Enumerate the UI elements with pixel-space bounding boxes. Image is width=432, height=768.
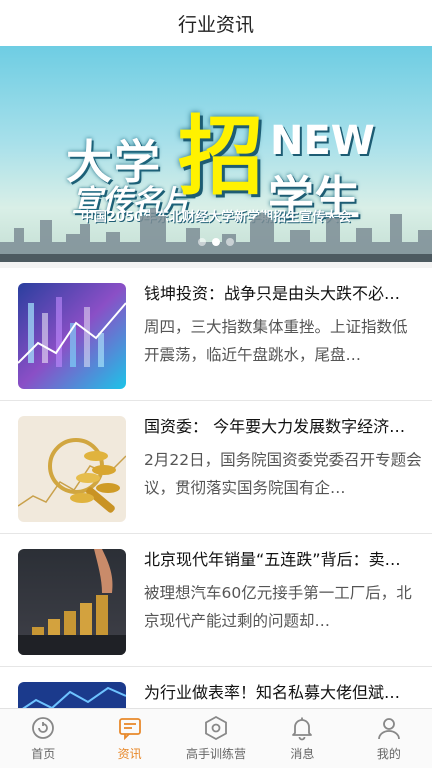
- tab-messages[interactable]: 消息: [259, 709, 345, 768]
- city-skyline-graphic: [0, 208, 432, 262]
- page-title: 行业资讯: [177, 13, 254, 36]
- promo-banner[interactable]: 大学 宣传名片 招 NEW 学生 中国2050年东北财经大学新学期招生宣传大会: [0, 46, 432, 262]
- tab-home[interactable]: 首页: [0, 709, 86, 768]
- news-list: 钱坤投资：战争只是由头大跌不必… 周四，三大指数集体重挫。上证指数低开震荡，临近…: [0, 268, 432, 768]
- tab-news-label: 资讯: [117, 747, 142, 761]
- tab-training[interactable]: 高手训练营: [173, 709, 259, 768]
- top-bar: 行业资讯: [0, 0, 432, 46]
- tab-news[interactable]: 资讯: [86, 709, 172, 768]
- tab-home-label: 首页: [31, 747, 56, 761]
- news-title: 为行业做表率！知名私募大佬但斌…: [144, 683, 401, 702]
- home-icon: [32, 717, 55, 739]
- training-icon: [205, 715, 227, 741]
- stock-chart-image: [18, 283, 126, 389]
- news-title: 北京现代年销量“五连跌”背后：卖…: [144, 550, 401, 569]
- news-item[interactable]: 北京现代年销量“五连跌”背后：卖… 被理想汽车60亿元接手第一工厂后，北京现代产…: [0, 534, 432, 667]
- news-summary: 被理想汽车60亿元接手第一工厂后，北京现代产能过剩的问题却…: [144, 584, 412, 630]
- banner-new-tag: NEW: [270, 118, 375, 164]
- bell-icon: [292, 717, 313, 741]
- tab-profile[interactable]: 我的: [346, 709, 432, 768]
- gold-coins-image: [18, 416, 126, 522]
- news-title: 国资委： 今年要大力发展数字经济…: [144, 417, 406, 436]
- carousel-dot[interactable]: [226, 238, 234, 246]
- news-summary: 2月22日，国务院国资委党委召开专题会议，贯彻落实国务院国有企…: [144, 451, 422, 497]
- carousel-dot[interactable]: [198, 238, 206, 246]
- news-item[interactable]: 钱坤投资：战争只是由头大跌不必… 周四，三大指数集体重挫。上证指数低开震荡，临近…: [0, 268, 432, 401]
- news-icon: [118, 718, 141, 741]
- news-title: 钱坤投资：战争只是由头大跌不必…: [144, 284, 401, 303]
- tab-messages-label: 消息: [290, 747, 315, 761]
- user-icon: [377, 718, 400, 740]
- news-summary: 周四，三大指数集体重挫。上证指数低开震荡，临近午盘跳水，尾盘…: [144, 318, 408, 364]
- news-item[interactable]: 国资委： 今年要大力发展数字经济… 2月22日，国务院国资委党委召开专题会议，贯…: [0, 401, 432, 534]
- coin-stacks-image: [18, 549, 126, 655]
- carousel-dot-active[interactable]: [212, 238, 220, 246]
- bottom-tab-bar: 首页 资讯 高手训练营 消息 我的: [0, 708, 432, 768]
- carousel-indicator[interactable]: [0, 238, 432, 246]
- tab-profile-label: 我的: [376, 747, 401, 761]
- banner-headline-zhao: 招: [178, 107, 264, 207]
- tab-training-label: 高手训练营: [186, 747, 247, 761]
